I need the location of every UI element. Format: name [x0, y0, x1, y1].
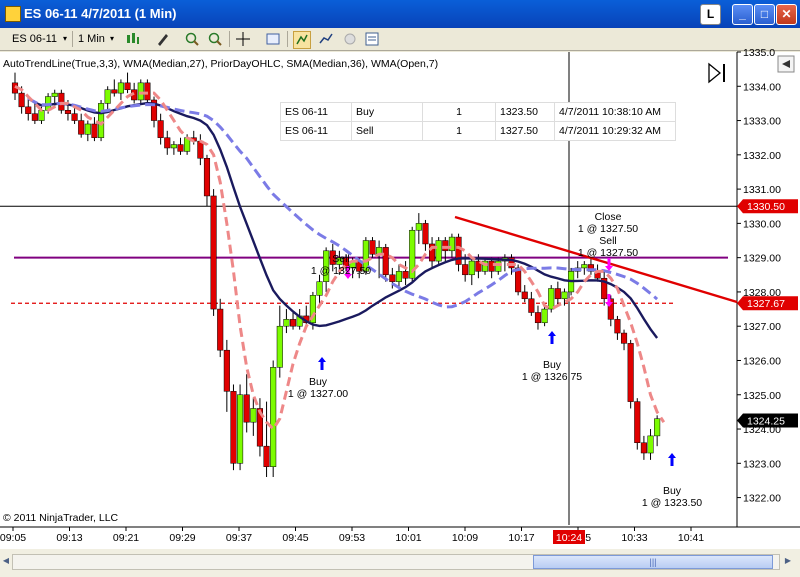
scroll-thumb[interactable]: ||| [533, 555, 773, 569]
close-button[interactable]: ✕ [776, 4, 797, 25]
execution-quantity: 1 [422, 102, 496, 122]
execution-time: 4/7/2011 10:29:32 AM [554, 121, 676, 141]
title-bar: ES 06-11 4/7/2011 (1 Min) L _ □ ✕ [0, 0, 800, 28]
window-title: ES 06-11 4/7/2011 (1 Min) [24, 6, 177, 21]
execution-price: 1323.50 [495, 102, 555, 122]
interval-dropdown-icon[interactable]: ▾ [110, 31, 114, 47]
instrument-dropdown-icon[interactable]: ▾ [63, 31, 67, 47]
interval-selector[interactable]: 1 Min [78, 31, 105, 47]
chart-toolbar: ES 06-11 ▾ 1 Min ▾ [0, 28, 800, 51]
execution-price: 1327.50 [495, 121, 555, 141]
link-button[interactable]: L [700, 4, 721, 25]
execution-action: Sell [351, 121, 423, 141]
app-icon [5, 6, 21, 22]
drawing-tool-icon[interactable] [155, 31, 171, 47]
execution-row: ES 06-11 Sell 1 1327.50 4/7/2011 10:29:3… [280, 121, 676, 141]
scroll-track[interactable]: ||| [12, 554, 780, 570]
horizontal-scrollbar[interactable]: ◀ ||| ▶ [0, 549, 800, 577]
copyright-notice: © 2011 NinjaTrader, LLC [3, 512, 119, 524]
execution-instrument: ES 06-11 [280, 102, 352, 122]
indicator-legend: AutoTrendLine(True,3,3), WMA(Median,27),… [3, 58, 439, 70]
crosshair-icon[interactable] [235, 31, 251, 47]
execution-instrument: ES 06-11 [280, 121, 352, 141]
indicators-icon[interactable] [318, 31, 334, 47]
instrument-selector[interactable]: ES 06-11 [12, 31, 57, 47]
zoom-out-icon[interactable] [207, 31, 223, 47]
execution-action: Buy [351, 102, 423, 122]
scroll-left-icon[interactable]: ◀ [0, 554, 12, 568]
maximize-button[interactable]: □ [754, 4, 775, 25]
data-box-icon[interactable] [364, 31, 380, 47]
bar-style-icon[interactable] [124, 31, 140, 47]
execution-row: ES 06-11 Buy 1 1323.50 4/7/2011 10:38:10… [280, 102, 676, 122]
execution-quantity: 1 [422, 121, 496, 141]
zoom-in-icon[interactable] [184, 31, 200, 47]
disabled-icon [342, 31, 358, 47]
scroll-right-icon[interactable]: ▶ [782, 554, 794, 568]
minimize-button[interactable]: _ [732, 4, 753, 25]
properties-icon[interactable] [265, 31, 281, 47]
strategy-icon[interactable] [293, 31, 311, 49]
execution-time: 4/7/2011 10:38:10 AM [554, 102, 676, 122]
executions-table: ES 06-11 Buy 1 1323.50 4/7/2011 10:38:10… [280, 102, 676, 141]
